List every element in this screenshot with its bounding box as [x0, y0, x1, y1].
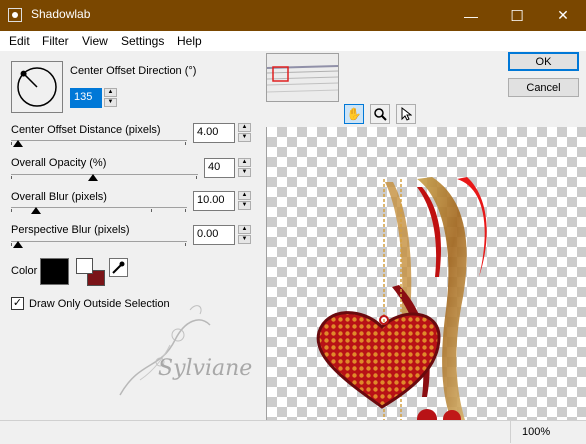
watermark-flourish [119, 305, 211, 396]
menu-help[interactable]: Help [177, 34, 202, 48]
distance-label: Center Offset Distance (pixels) [11, 124, 161, 136]
minimize-button[interactable]: — [448, 0, 494, 31]
slider-tick [151, 209, 152, 212]
perspective-blur-slider[interactable] [11, 237, 187, 251]
direction-dial[interactable] [11, 61, 63, 113]
preview-artwork [316, 177, 487, 420]
blur-spinner[interactable]: ▲ ▼ [238, 191, 251, 211]
window-title: Shadowlab [31, 7, 91, 21]
slider-tick [11, 209, 12, 212]
watermark-text: Sylviane [158, 356, 253, 381]
eyedropper-button[interactable] [109, 258, 128, 277]
distance-slider[interactable] [11, 136, 187, 150]
blur-input[interactable]: 10.00 [193, 191, 235, 211]
app-icon [8, 8, 22, 22]
thumbnail-preview [267, 54, 338, 101]
color-label: Color [11, 265, 38, 277]
watermark: Sylviane [100, 300, 260, 410]
direction-label: Center Offset Direction (°) [70, 65, 197, 77]
zoom-level: 100% [522, 426, 551, 438]
fg-bg-color-swatches[interactable] [76, 258, 106, 286]
maximize-button[interactable]: ☐ [494, 0, 540, 31]
pan-hand-icon: ✋ [346, 107, 362, 121]
opacity-spinner[interactable]: ▲ ▼ [238, 158, 251, 178]
shadow-color-swatch[interactable] [40, 258, 69, 285]
thumbnail-navigator[interactable] [266, 53, 339, 102]
direction-dial-graphic [17, 67, 57, 107]
perspective-blur-slider-thumb[interactable] [13, 241, 23, 248]
pointer-tool-button[interactable] [396, 104, 416, 124]
blur-slider[interactable] [11, 203, 187, 217]
cancel-button[interactable]: Cancel [508, 78, 579, 97]
perspective-blur-input[interactable]: 0.00 [193, 225, 235, 245]
opacity-slider[interactable] [11, 170, 198, 184]
opacity-input[interactable]: 40 [204, 158, 235, 178]
perspective-blur-spinner[interactable]: ▲ ▼ [238, 225, 251, 245]
opacity-slider-thumb[interactable] [87, 174, 98, 181]
menu-bar: Edit Filter View Settings Help [0, 31, 586, 51]
opacity-label: Overall Opacity (%) [11, 157, 107, 169]
slider-tick [185, 142, 186, 145]
zoom-tool-button[interactable] [370, 104, 390, 124]
blur-label: Overall Blur (pixels) [11, 191, 107, 203]
menu-edit[interactable]: Edit [9, 34, 30, 48]
checkmark-icon: ✓ [12, 297, 23, 309]
eyedropper-icon [112, 261, 125, 274]
status-bar: 100% [0, 420, 586, 444]
status-divider [510, 421, 511, 443]
title-bar: Shadowlab — ☐ ✕ [0, 0, 586, 31]
zoom-icon [374, 108, 387, 121]
slider-tick [11, 176, 12, 179]
slider-tick [185, 209, 186, 212]
opacity-slider-track [11, 174, 198, 175]
perspective-blur-label: Perspective Blur (pixels) [11, 224, 130, 236]
distance-slider-thumb[interactable] [13, 140, 23, 147]
slider-tick [196, 176, 197, 179]
slider-tick [11, 243, 12, 246]
distance-slider-track [11, 140, 187, 141]
pan-tool-button[interactable]: ✋ [344, 104, 364, 124]
outside-only-checkbox[interactable]: ✓ [11, 297, 24, 310]
preview-canvas[interactable] [266, 127, 586, 420]
direction-input[interactable]: 135 [70, 88, 102, 108]
close-button[interactable]: ✕ [540, 0, 586, 31]
menu-view[interactable]: View [82, 34, 108, 48]
slider-tick [185, 243, 186, 246]
arrow-pointer-icon [401, 107, 412, 121]
blur-slider-thumb[interactable] [30, 207, 41, 214]
foreground-color-swatch[interactable] [76, 258, 93, 274]
distance-input[interactable]: 4.00 [193, 123, 235, 143]
perspective-blur-slider-track [11, 241, 187, 242]
ok-button[interactable]: OK [508, 52, 579, 71]
slider-tick [11, 142, 12, 145]
menu-settings[interactable]: Settings [121, 34, 164, 48]
direction-spinner[interactable]: ▲ ▼ [104, 88, 117, 108]
menu-filter[interactable]: Filter [42, 34, 69, 48]
distance-spinner[interactable]: ▲ ▼ [238, 123, 251, 143]
